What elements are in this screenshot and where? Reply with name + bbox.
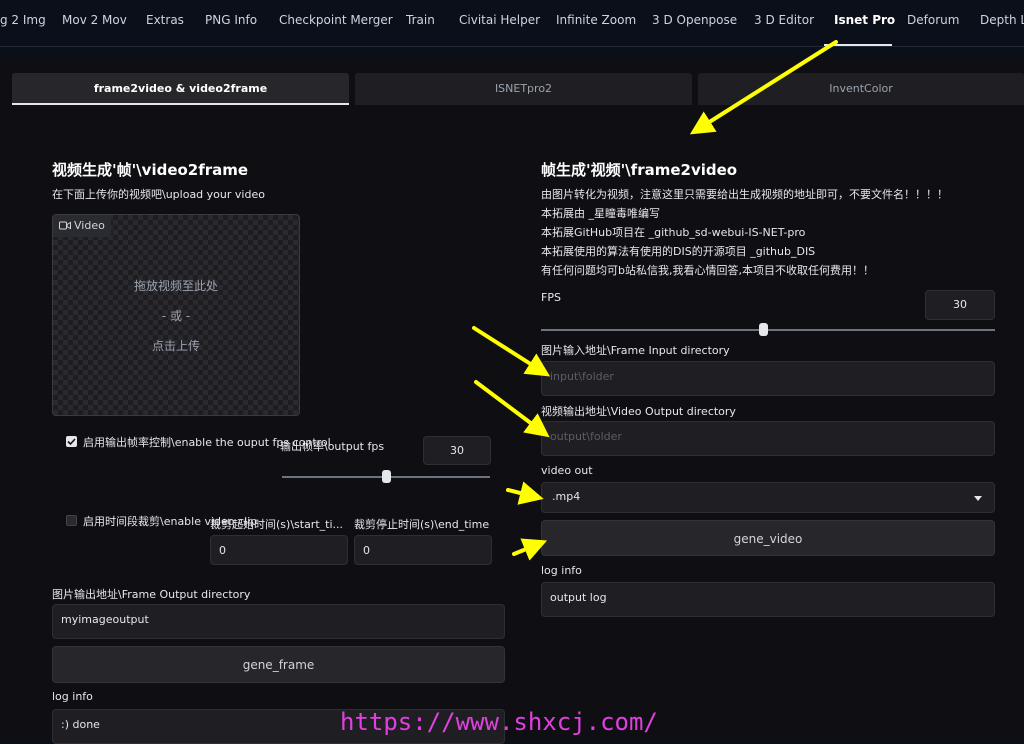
annotation-arrows — [472, 40, 838, 561]
watermark-url: https://www.shxcj.com/ — [340, 708, 658, 736]
arrow-to-gene-video — [512, 538, 548, 561]
arrow-to-output-dir — [474, 380, 550, 438]
arrow-to-video-out — [506, 481, 544, 505]
arrow-to-section-title — [689, 40, 838, 135]
arrow-to-input-dir — [472, 326, 551, 377]
